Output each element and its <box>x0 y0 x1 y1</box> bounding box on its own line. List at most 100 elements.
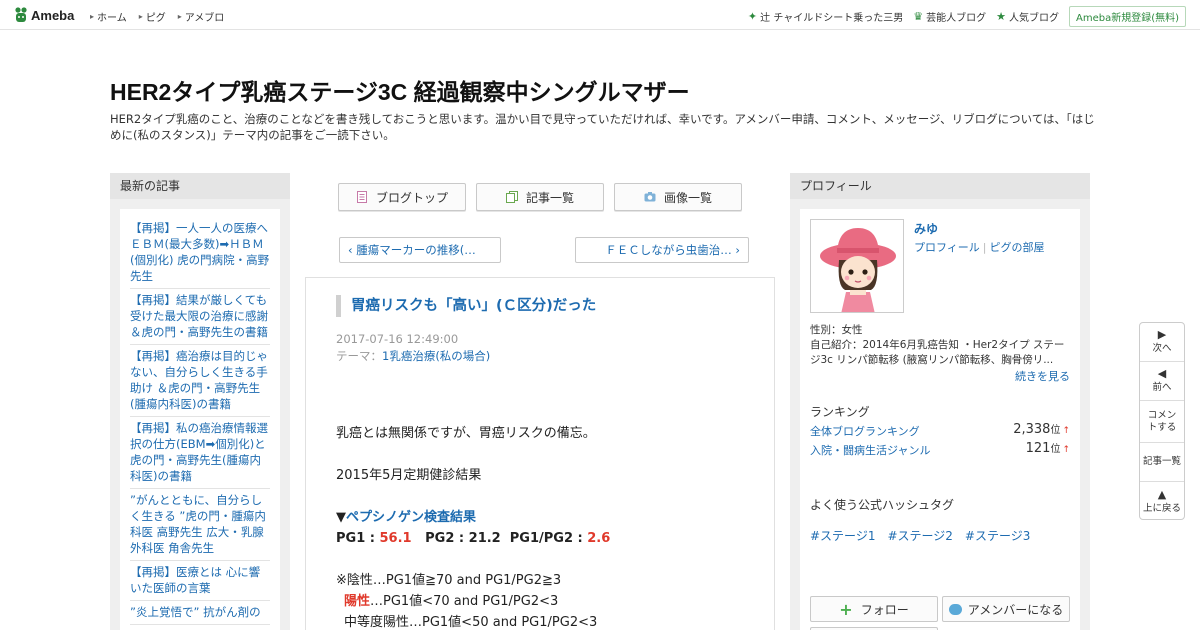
camera-icon <box>644 192 656 202</box>
hashtag-list: #ステージ1 #ステージ2 #ステージ3 <box>810 527 1042 544</box>
pg1-value: 56.1 <box>379 531 412 546</box>
celebrity-blog-label: 芸能人ブログ <box>926 13 987 24</box>
hashtag-link[interactable]: #ステージ1 <box>810 527 875 544</box>
read-more-link[interactable]: 続きを見る <box>1015 368 1070 384</box>
back-to-top-button[interactable]: ▲ 上に戻る <box>1140 482 1184 521</box>
next-icon: ▶ <box>1157 328 1167 341</box>
hashtag-link[interactable]: #ステージ2 <box>887 527 952 544</box>
nav-pigg[interactable]: ▸ ピグ <box>139 9 166 24</box>
ratio-value: 2.6 <box>587 531 611 546</box>
back-to-top-label: 上に戻る <box>1142 502 1181 514</box>
hashtag-title: よく使う公式ハッシュタグ <box>810 498 955 512</box>
recent-article-link[interactable]: 【再掲】医療とは 心に響いた医師の言葉 <box>130 561 270 601</box>
rank-up-icon: ↑ <box>1062 445 1070 455</box>
amember-button[interactable]: アメンバーになる <box>942 596 1070 622</box>
chevron-right-icon: ▸ <box>90 12 95 21</box>
positive-text: …PG1値<70 and PG1/PG2<3 <box>370 594 559 609</box>
rank-up-icon: ↑ <box>1062 426 1070 436</box>
article: 胃癌リスクも「高い」(Ｃ区分)だった 2017-07-16 12:49:00 テ… <box>305 277 775 630</box>
avatar[interactable] <box>810 219 904 313</box>
blog-top-button[interactable]: ブログトップ <box>338 183 466 211</box>
pg2-text: PG2 : 21.2 PG1/PG2 : <box>411 531 588 546</box>
follow-button[interactable]: + フォロー <box>810 596 938 622</box>
trending-topic-link[interactable]: ✦ 辻 チャイルドシート乗った三男 <box>748 9 903 24</box>
blog-nav-buttons: ブログトップ 記事一覧 画像一覧 <box>338 183 752 211</box>
article-theme: テーマ：1乳癌治療(私の場合) <box>336 348 490 364</box>
theme-link[interactable]: 1乳癌治療(私の場合) <box>382 349 490 363</box>
article-title[interactable]: 胃癌リスクも「高い」(Ｃ区分)だった <box>336 295 596 317</box>
prev-article-link[interactable]: ‹ 腫瘍マーカーの推移(… <box>339 237 501 263</box>
profile-info: 性別：女性 自己紹介：2014年6月乳癌告知 ・Her2タイプ ステージ3c リ… <box>810 323 1072 368</box>
pigg-room-link[interactable]: ピグの部屋 <box>990 241 1045 254</box>
prev-icon: ◀ <box>1157 367 1167 380</box>
nav-home-label: ホーム <box>97 13 127 24</box>
criteria-moderate: 中等度陽性…PG1値<50 and PG1/PG2<3 <box>344 615 598 630</box>
rank-number: 2,338 <box>1013 422 1051 437</box>
article-paragraph: 2015年5月定期健診結果 <box>336 468 482 483</box>
genre-ranking-link[interactable]: 入院・闘病生活ジャンル <box>810 444 930 457</box>
profile-header: プロフィール <box>790 173 1090 199</box>
ranking-row: 入院・闘病生活ジャンル 121位 ↑ <box>810 440 1070 460</box>
next-article-link[interactable]: ＦＥＣしながら虫歯治… › <box>575 237 749 263</box>
ranking-row: 全体ブログランキング 2,338位 ↑ <box>810 421 1070 441</box>
criteria-positive: 陽性…PG1値<70 and PG1/PG2<3 <box>336 591 756 612</box>
blog-title[interactable]: HER2タイプ乳癌ステージ3C 経過観察中シングルマザー <box>110 73 690 107</box>
recent-article-link[interactable]: ”炎上覚悟で” 抗がん剤の <box>130 601 270 625</box>
heading-text: ペプシノゲン検査結果 <box>346 510 477 525</box>
recent-article-link[interactable]: 【再掲】結果が厳しくても受けた最大限の治療に感謝 ＆虎の門・高野先生の書籍 <box>130 289 270 345</box>
hashtag-link[interactable]: #ステージ3 <box>965 527 1030 544</box>
article-heading: ▼ペプシノゲン検査結果 <box>336 507 756 528</box>
blog-description: HER2タイプ乳癌のこと、治療のことなどを書き残しておこうと思います。温かい目で… <box>110 112 1095 142</box>
article-list-side-button[interactable]: 記事一覧 <box>1140 443 1184 482</box>
ranking-value: 121位 ↑ <box>1026 440 1070 456</box>
article-date: 2017-07-16 12:49:00 <box>336 332 459 346</box>
recent-articles-list: 【再掲】一人一人の医療へ ＥＢＭ(最大多数)➡ＨＢＭ(個別化) 虎の門病院・高野… <box>120 209 280 630</box>
recent-article-link[interactable]: ”がんとともに、自分らしく生きる ”虎の門・腫瘍内科医 高野先生 広大・乳腺外科… <box>130 489 270 561</box>
prev-button[interactable]: ◀ 前へ <box>1140 362 1184 401</box>
nav-ameblo[interactable]: ▸ アメブロ <box>178 9 225 24</box>
overall-ranking-link[interactable]: 全体ブログランキング <box>810 425 920 438</box>
register-button[interactable]: Ameba新規登録(無料) <box>1068 6 1186 27</box>
nav-pigg-label: ピグ <box>145 13 166 24</box>
plus-icon: + <box>839 599 853 619</box>
comment-label: コメントする <box>1147 409 1177 433</box>
follow-label: フォロー <box>860 602 909 617</box>
link-separator: | <box>982 241 987 254</box>
recent-articles-header: 最新の記事 <box>110 173 290 199</box>
pg1-label: PG1 : <box>336 531 380 546</box>
nav-home[interactable]: ▸ ホーム <box>90 9 127 24</box>
chevron-right-icon: ▸ <box>177 12 182 21</box>
popular-blog-label: 人気ブログ <box>1008 13 1059 24</box>
profile-widget: プロフィール みゆ プロフィール | ピグの部屋 性別：女性 自己紹介：2014… <box>790 173 1090 630</box>
header-right-links: ✦ 辻 チャイルドシート乗った三男 ♛ 芸能人ブログ ★ 人気ブログ Ameba新規登… <box>748 6 1186 27</box>
next-label: 次へ <box>1152 343 1172 354</box>
profile-intro: 自己紹介：2014年6月乳癌告知 ・Her2タイプ ステージ3c リンパ節転移 … <box>810 339 1065 366</box>
article-list-icon <box>505 191 518 203</box>
chevron-right-icon: ▸ <box>138 12 143 21</box>
popular-blog-link[interactable]: ★ 人気ブログ <box>996 9 1059 24</box>
heading-marker: ▼ <box>336 510 346 525</box>
recent-article-link[interactable]: 【再掲】私の癌治療情報選択の仕方(EBM➡個別化)と虎の門・高野先生(腫瘍内科医… <box>130 417 270 489</box>
rank-number: 121 <box>1025 441 1051 456</box>
sparkle-icon: ✦ <box>747 10 758 23</box>
ameba-logo[interactable]: Ameba <box>14 6 74 24</box>
celebrity-blog-link[interactable]: ♛ 芸能人ブログ <box>913 9 986 24</box>
article-body: 乳癌とは無関係ですが、胃癌リスクの備忘。 2015年5月定期健診結果 ▼ペプシノ… <box>336 423 756 630</box>
top-icon: ▲ <box>1157 487 1167 501</box>
recent-article-link[interactable]: 【再掲】癌治療は目的じゃない、自分らしく生きる手助け ＆虎の門・高野先生(腫瘍内… <box>130 345 270 417</box>
profile-name[interactable]: みゆ <box>914 220 938 237</box>
logo-text: Ameba <box>31 7 75 23</box>
article-list-button[interactable]: 記事一覧 <box>476 183 604 211</box>
criteria-negative: ※陰性…PG1値≧70 and PG1/PG2≧3 <box>336 573 562 588</box>
theme-prefix: テーマ： <box>336 349 382 363</box>
crown-icon: ♛ <box>913 10 924 23</box>
comment-button[interactable]: コメントする <box>1140 401 1184 443</box>
next-button[interactable]: ▶ 次へ <box>1140 323 1184 362</box>
global-header: Ameba ▸ ホーム ▸ ピグ ▸ アメブロ ✦ 辻 チャイルドシート乗った三男 ♛ 芸… <box>0 0 1200 30</box>
image-list-button[interactable]: 画像一覧 <box>614 183 742 211</box>
profile-link[interactable]: プロフィール <box>914 241 980 254</box>
star-icon: ★ <box>996 10 1006 23</box>
recent-article-link[interactable]: 【再掲】一人一人の医療へ ＥＢＭ(最大多数)➡ＨＢＭ(個別化) 虎の門病院・高野… <box>130 217 270 289</box>
ranking-value: 2,338位 ↑ <box>1013 421 1070 437</box>
